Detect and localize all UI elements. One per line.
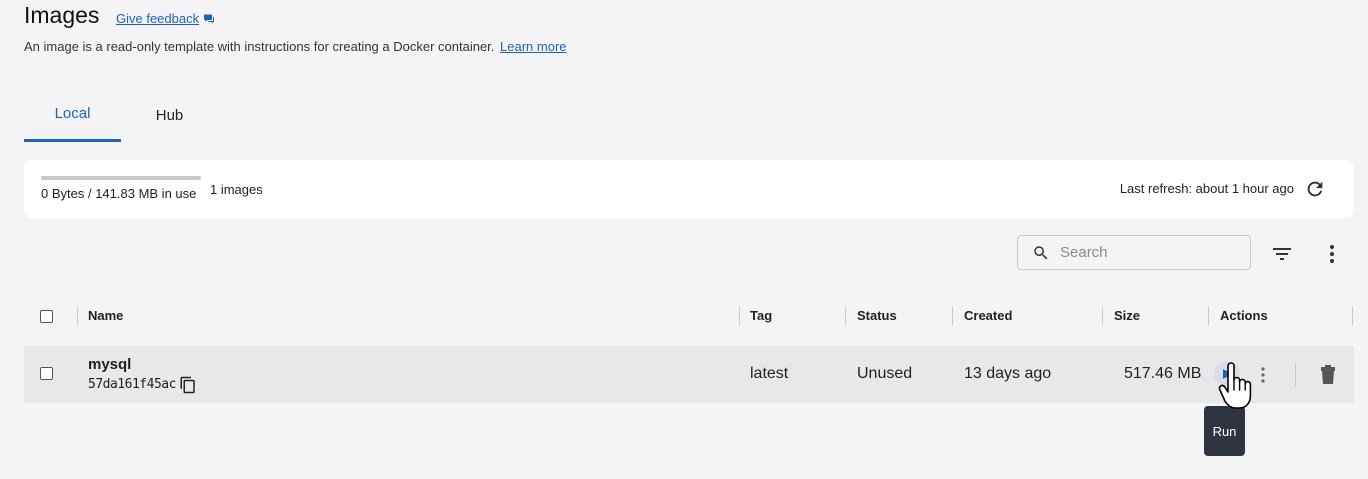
play-icon bbox=[1223, 369, 1232, 379]
column-header-status[interactable]: Status bbox=[857, 308, 897, 323]
table-row[interactable]: mysql 57da161f45ac latest Unused 13 days… bbox=[24, 346, 1354, 403]
images-count: 1 images bbox=[210, 182, 263, 197]
column-header-size[interactable]: Size bbox=[1114, 308, 1140, 323]
tab-hub[interactable]: Hub bbox=[121, 88, 218, 142]
last-refresh-text: Last refresh: about 1 hour ago bbox=[1119, 181, 1294, 196]
image-created: 13 days ago bbox=[964, 365, 1052, 382]
column-header-actions: Actions bbox=[1220, 308, 1268, 323]
page-description: An image is a read-only template with in… bbox=[24, 39, 567, 54]
column-separator bbox=[1352, 307, 1353, 325]
run-button[interactable] bbox=[1214, 361, 1240, 387]
row-more-vert-icon[interactable] bbox=[1256, 365, 1270, 385]
column-header-tag[interactable]: Tag bbox=[750, 308, 772, 323]
filter-icon[interactable] bbox=[1270, 242, 1294, 266]
image-tag: latest bbox=[750, 365, 789, 382]
column-separator bbox=[77, 307, 78, 325]
row-checkbox[interactable] bbox=[40, 367, 53, 380]
image-name[interactable]: mysql bbox=[88, 356, 131, 373]
column-header-name[interactable]: Name bbox=[88, 308, 123, 323]
page-title: Images bbox=[24, 2, 100, 28]
give-feedback-label[interactable]: Give feedback bbox=[116, 11, 199, 26]
search-input[interactable] bbox=[1060, 244, 1230, 261]
copy-icon[interactable] bbox=[179, 375, 197, 395]
description-text: An image is a read-only template with in… bbox=[24, 39, 495, 54]
image-id: 57da161f45ac bbox=[88, 377, 176, 392]
tab-bar: Local Hub bbox=[24, 88, 218, 142]
column-separator bbox=[952, 307, 953, 325]
disk-usage-bar bbox=[41, 176, 201, 180]
disk-usage-card: 0 Bytes / 141.83 MB in use 1 images Last… bbox=[24, 160, 1354, 218]
table-header: Name Tag Status Created Size Actions bbox=[24, 300, 1354, 332]
image-status: Unused bbox=[857, 365, 913, 382]
column-separator bbox=[739, 307, 740, 325]
give-feedback-link[interactable]: Give feedback bbox=[116, 11, 215, 26]
tab-local[interactable]: Local bbox=[24, 88, 121, 142]
more-vert-icon[interactable] bbox=[1323, 242, 1341, 266]
column-header-created[interactable]: Created bbox=[964, 308, 1012, 323]
trash-icon[interactable] bbox=[1320, 364, 1336, 384]
learn-more-link[interactable]: Learn more bbox=[500, 39, 566, 54]
feedback-icon bbox=[204, 14, 215, 23]
select-all-checkbox[interactable] bbox=[40, 310, 53, 323]
search-icon bbox=[1034, 245, 1048, 259]
refresh-icon[interactable] bbox=[1304, 178, 1326, 200]
column-separator bbox=[845, 307, 846, 325]
image-size: 517.46 MB bbox=[1124, 365, 1202, 382]
search-field[interactable] bbox=[1017, 235, 1251, 270]
run-tooltip: Run bbox=[1204, 406, 1245, 456]
column-separator bbox=[1102, 307, 1103, 325]
disk-usage-text: 0 Bytes / 141.83 MB in use bbox=[41, 186, 197, 201]
actions-divider bbox=[1295, 362, 1296, 386]
column-separator bbox=[1208, 307, 1209, 325]
